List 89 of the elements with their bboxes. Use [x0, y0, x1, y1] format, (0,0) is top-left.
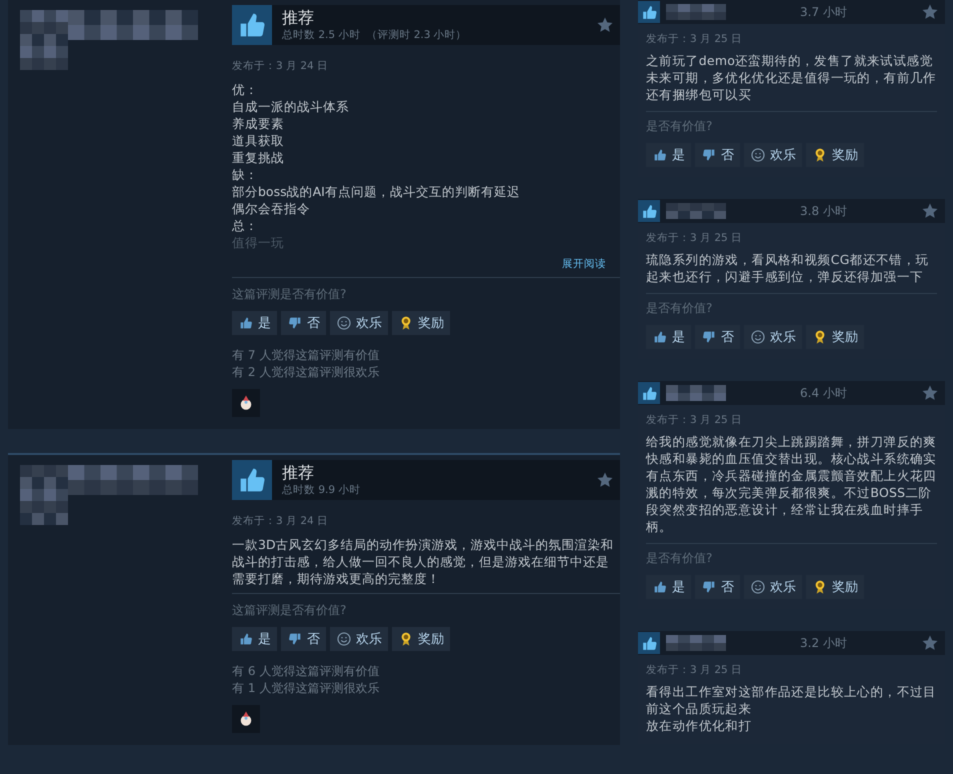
helpful-button[interactable]: 是	[646, 143, 691, 167]
review-text: 看得出工作室对这部作品还是比较上心的，不过目前这个品质玩起来 放在动作优化和打	[646, 683, 937, 734]
review-text: 总：	[232, 217, 259, 234]
thumbs-down-icon	[701, 329, 717, 345]
star-icon[interactable]	[596, 471, 614, 489]
helpful-prompt: 是否有价值?	[646, 300, 714, 317]
pixelated-name	[666, 203, 726, 219]
playtime-text: 6.4 小时	[799, 384, 848, 402]
pixelated-name	[666, 635, 726, 651]
award-badge[interactable]	[232, 705, 260, 733]
helpful-prompt: 是否有价值?	[646, 550, 714, 567]
vote-count-text: 有 7 人觉得这篇评测有价值	[232, 347, 380, 364]
helpful-button[interactable]: 否	[695, 575, 740, 599]
helpful-prompt: 是否有价值?	[646, 118, 714, 135]
smiley-icon	[750, 329, 766, 345]
review-playtime-text: （评测时 2.3 小时）	[366, 28, 467, 42]
posted-date: 发布于：3 月 24 日	[232, 514, 330, 528]
helpful-button[interactable]: 否	[281, 627, 326, 651]
helpful-button[interactable]: 欢乐	[330, 627, 388, 651]
helpful-button[interactable]: 欢乐	[744, 325, 802, 349]
posted-date: 发布于：3 月 25 日	[646, 413, 744, 427]
smiley-icon	[750, 147, 766, 163]
smiley-icon	[336, 315, 352, 331]
review-text: 重复挑战	[232, 149, 285, 166]
helpful-button[interactable]: 奖励	[392, 311, 450, 335]
review-text: 给我的感觉就像在刀尖上跳踢踏舞，拼刀弹反的爽快感和暴毙的血压值交替出现。核心战斗系统确实有点东西，冷兵器碰撞的金属震颤音效配上火花四溅的特效，每次完美弹反都很爽。不过BOSS二阶段突然变招的恶意设计，经常让我在残血时摔手柄。	[646, 433, 937, 535]
thumbs-up-icon	[652, 579, 668, 595]
pixelated-avatar	[20, 465, 68, 525]
review-text: 偶尔会吞指令	[232, 200, 311, 217]
helpful-button[interactable]: 否	[281, 311, 326, 335]
review-text: 自成一派的战斗体系	[232, 98, 350, 115]
review-text: 之前玩了demo还蛮期待的，发售了就来试试感觉未来可期，多优化优化还是值得一玩的，有前几作还有捆绑包可以买	[646, 52, 937, 103]
helpful-prompt: 这篇评测是否有价值?	[232, 286, 348, 303]
verdict-title: 推荐	[282, 463, 315, 483]
smiley-icon	[750, 579, 766, 595]
helpful-button[interactable]: 是	[232, 311, 277, 335]
playtime-text: 3.2 小时	[799, 634, 848, 652]
star-icon[interactable]	[921, 202, 939, 220]
thumbs-down-icon	[287, 315, 303, 331]
review-text: 养成要素	[232, 115, 285, 132]
star-icon[interactable]	[921, 384, 939, 402]
vote-count-text: 有 1 人觉得这篇评测很欢乐	[232, 680, 380, 697]
star-icon[interactable]	[596, 16, 614, 34]
thumbs-up-icon	[652, 147, 668, 163]
smiley-icon	[336, 631, 352, 647]
faded-review-text: 值得一玩	[232, 234, 285, 251]
review-text: 部分boss战的AI有点问题，战斗交互的判断有延迟	[232, 183, 521, 200]
pixelated-name	[666, 4, 726, 20]
helpful-button[interactable]: 是	[646, 325, 691, 349]
helpful-button[interactable]: 欢乐	[330, 311, 388, 335]
playtime-text: 总时数 2.5 小时	[282, 28, 360, 42]
thumbs-up-icon	[238, 315, 254, 331]
posted-date: 发布于：3 月 24 日	[232, 59, 330, 73]
read-more-link[interactable]: 展开阅读	[562, 257, 606, 271]
playtime-text: 3.7 小时	[799, 4, 848, 20]
pixelated-avatar	[20, 10, 68, 70]
helpful-button[interactable]: 是	[232, 627, 277, 651]
thumbs-up-icon	[652, 329, 668, 345]
verdict-title: 推荐	[282, 8, 315, 28]
playtime-text: 3.8 小时	[799, 202, 848, 220]
thumbs-down-icon	[701, 147, 717, 163]
helpful-button[interactable]: 否	[695, 143, 740, 167]
star-icon[interactable]	[921, 3, 939, 21]
review-text: 一款3D古风玄幻多结局的动作扮演游戏，游戏中战斗的氛围渲染和战斗的打击感，给人做一回不良人的感觉，但是游戏在细节中还是需要打磨，期待游戏更高的完整度！	[232, 536, 615, 587]
thumbs-down-icon	[701, 579, 717, 595]
playtime-text: 总时数 9.9 小时	[282, 483, 360, 497]
vote-count-text: 有 6 人觉得这篇评测有价值	[232, 663, 380, 680]
helpful-button[interactable]: 奖励	[806, 575, 864, 599]
award-badge[interactable]	[232, 389, 260, 417]
helpful-prompt: 这篇评测是否有价值?	[232, 602, 348, 619]
thumbs-down-icon	[287, 631, 303, 647]
posted-date: 发布于：3 月 25 日	[646, 32, 744, 46]
star-icon[interactable]	[921, 634, 939, 652]
pixelated-name	[666, 385, 726, 401]
helpful-button[interactable]: 欢乐	[744, 143, 802, 167]
posted-date: 发布于：3 月 25 日	[646, 231, 744, 245]
helpful-button[interactable]: 奖励	[392, 627, 450, 651]
posted-date: 发布于：3 月 25 日	[646, 663, 744, 677]
review-text: 道具获取	[232, 132, 285, 149]
review-text: 琉隐系列的游戏，看风格和视频CG都还不错，玩起来也还行，闪避手感到位，弹反还得加强一下	[646, 251, 930, 285]
helpful-button[interactable]: 否	[695, 325, 740, 349]
helpful-button[interactable]: 欢乐	[744, 575, 802, 599]
review-text: 缺：	[232, 166, 259, 183]
review-text: 优：	[232, 81, 259, 98]
helpful-button[interactable]: 奖励	[806, 325, 864, 349]
helpful-button[interactable]: 是	[646, 575, 691, 599]
helpful-button[interactable]: 奖励	[806, 143, 864, 167]
vote-count-text: 有 2 人觉得这篇评测很欢乐	[232, 364, 380, 381]
thumbs-up-icon	[238, 631, 254, 647]
